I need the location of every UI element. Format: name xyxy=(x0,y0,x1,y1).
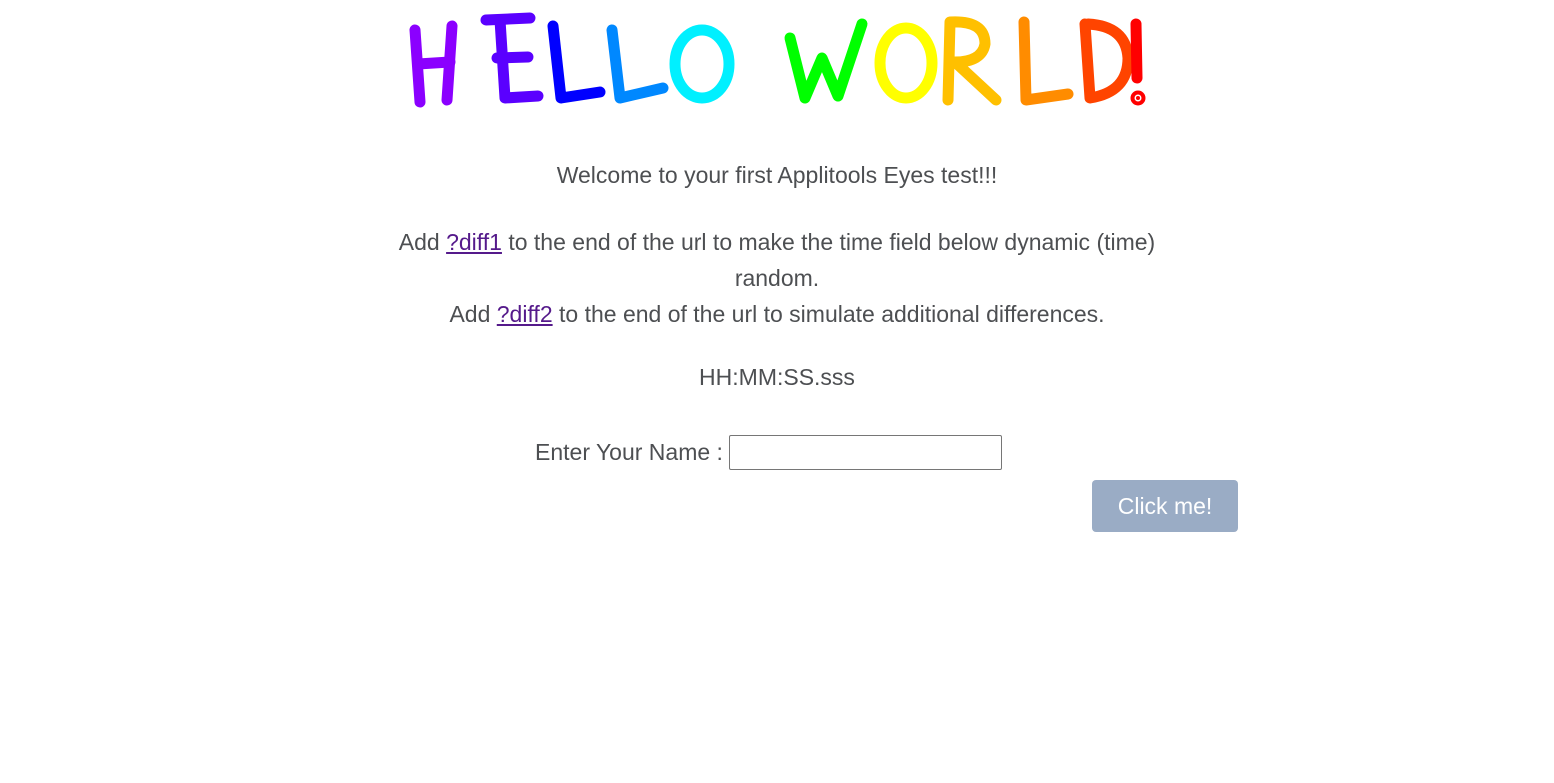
name-label: Enter Your Name : xyxy=(535,439,723,465)
hello-world-banner xyxy=(0,0,1554,120)
letter-r xyxy=(942,16,1002,106)
instruction-2-suffix: to the end of the url to simulate additi… xyxy=(552,301,1105,327)
diff2-link[interactable]: ?diff2 xyxy=(497,301,553,327)
letter-h xyxy=(409,20,458,108)
welcome-message: Welcome to your first Applitools Eyes te… xyxy=(556,162,998,188)
instruction-1-suffix: to the end of the url to make the time f… xyxy=(501,229,1156,291)
letter-w xyxy=(784,18,868,104)
letter-o-1 xyxy=(669,24,735,104)
letter-l-1 xyxy=(547,20,606,104)
name-form-row: Enter Your Name : xyxy=(535,433,1002,472)
name-input[interactable] xyxy=(728,435,1002,470)
diff1-link[interactable]: ?diff1 xyxy=(446,229,502,255)
letter-l-2 xyxy=(606,24,669,104)
letter-e xyxy=(480,12,544,104)
letter-o-2 xyxy=(874,22,938,104)
time-field: HH:MM:SS.sss xyxy=(699,364,855,390)
letter-exclamation xyxy=(1130,18,1146,106)
hello-world-logo xyxy=(409,12,1146,108)
instruction-1-prefix: Add xyxy=(398,229,447,255)
instructions: Add ?diff1 to the end of the url to make… xyxy=(360,224,1194,332)
click-me-button[interactable]: Click me! xyxy=(1092,480,1238,532)
letter-d xyxy=(1079,18,1134,104)
instruction-2-prefix: Add xyxy=(449,301,497,327)
letter-l-3 xyxy=(1018,16,1074,106)
